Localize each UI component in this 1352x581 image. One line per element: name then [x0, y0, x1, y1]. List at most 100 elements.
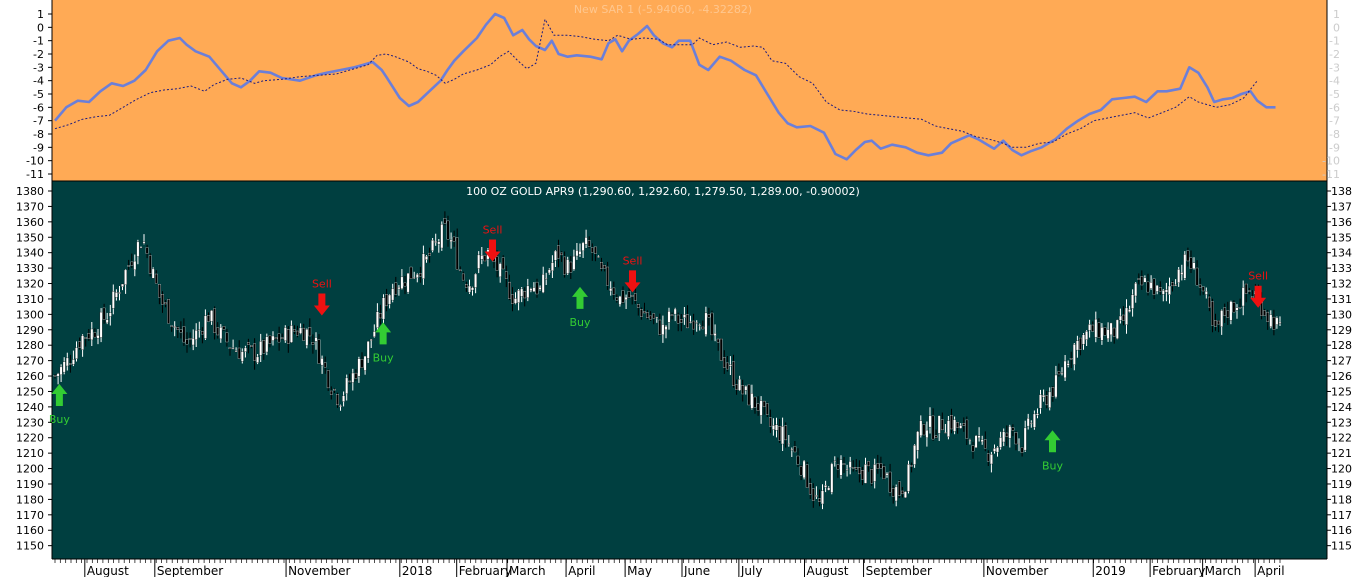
candle-body: [1063, 360, 1067, 379]
indicator-tick-label-left: -4: [33, 75, 44, 88]
candle-body: [1189, 257, 1193, 269]
candle-body: [919, 420, 923, 436]
candle-body: [498, 263, 502, 278]
x-tick-label: July: [740, 564, 763, 577]
candle-body: [228, 347, 232, 349]
price-tick-label-right: 1240: [1331, 401, 1352, 414]
candle-body: [1247, 290, 1251, 292]
candle-body: [293, 329, 296, 332]
candle-body: [937, 415, 941, 434]
candle-body: [403, 282, 407, 287]
price-tick-label-left: 1160: [16, 524, 44, 537]
candle-body: [1161, 290, 1165, 295]
candle-body: [501, 257, 505, 270]
candle-body: [698, 324, 702, 327]
candle-body: [1217, 320, 1220, 325]
candle-body: [781, 426, 784, 445]
candle-body: [105, 319, 109, 324]
candle-body: [1152, 278, 1156, 295]
candle-body: [658, 319, 662, 335]
price-tick-label-left: 1360: [16, 216, 44, 229]
candle-body: [1226, 310, 1230, 318]
x-tick-label: August: [87, 564, 129, 577]
candle-body: [925, 429, 929, 438]
candle-body: [1137, 278, 1141, 280]
price-tick-label-right: 1220: [1331, 432, 1352, 445]
candle-body: [422, 253, 425, 279]
candle-body: [268, 335, 272, 344]
price-tick-label-right: 1190: [1331, 478, 1352, 491]
x-tick-label: November: [986, 564, 1048, 577]
candle-body: [329, 390, 333, 395]
candle-body: [1143, 277, 1147, 283]
candle-body: [161, 294, 164, 305]
candle-body: [1235, 307, 1239, 311]
price-tick-label-right: 1210: [1331, 447, 1352, 460]
candle-body: [345, 377, 349, 394]
candle-body: [62, 361, 66, 373]
candle-body: [1263, 310, 1266, 316]
candle-body: [741, 385, 745, 395]
indicator-tick-label-left: 1: [37, 8, 44, 21]
candle-body: [827, 487, 831, 491]
candle-body: [495, 256, 499, 271]
candle-body: [876, 463, 880, 469]
candle-body: [1094, 318, 1098, 338]
candle-body: [679, 319, 683, 323]
indicator-tick-label-right: -5: [1329, 88, 1340, 101]
price-tick-label-right: 1150: [1331, 540, 1352, 553]
candle-body: [1011, 427, 1015, 431]
candle-body: [873, 464, 877, 482]
candle-body: [514, 298, 517, 304]
indicator-tick-label-right: 0: [1333, 21, 1340, 34]
candle-body: [363, 355, 367, 371]
candle-body: [237, 347, 241, 359]
price-tick-label-right: 1230: [1331, 416, 1352, 429]
x-tick-label: June: [683, 564, 710, 577]
candle-body: [765, 403, 769, 415]
sell-label: Sell: [312, 277, 332, 290]
indicator-tick-label-left: -6: [33, 101, 44, 114]
candle-body: [569, 261, 573, 273]
candle-body: [802, 460, 806, 479]
candle-body: [302, 327, 306, 341]
candle-body: [538, 287, 542, 290]
candle-body: [102, 307, 106, 320]
candle-body: [136, 241, 140, 257]
candle-body: [882, 466, 886, 480]
price-tick-label-right: 1370: [1331, 200, 1352, 213]
candle-body: [1146, 281, 1150, 293]
indicator-tick-label-left: -3: [33, 61, 44, 74]
indicator-tick-label-left: -5: [33, 88, 44, 101]
candle-body: [259, 341, 263, 356]
candle-body: [547, 269, 551, 274]
candle-body: [1140, 276, 1144, 286]
candle-body: [796, 455, 800, 465]
candle-body: [305, 329, 309, 346]
candle-body: [805, 464, 809, 488]
price-tick-label-left: 1150: [16, 540, 44, 553]
price-tick-label-left: 1230: [16, 416, 44, 429]
candle-body: [1195, 267, 1199, 286]
candle-body: [357, 358, 361, 377]
candle-body: [167, 299, 170, 324]
candle-body: [425, 256, 428, 260]
candle-body: [219, 327, 223, 340]
candle-body: [397, 287, 401, 290]
candle-body: [118, 292, 121, 294]
candle-body: [1039, 394, 1042, 409]
indicator-tick-label-right: -10: [1322, 155, 1340, 168]
candle-body: [799, 466, 803, 476]
price-tick-label-right: 1260: [1331, 370, 1352, 383]
candle-body: [692, 320, 695, 330]
candle-body: [286, 329, 290, 344]
candle-body: [1103, 327, 1107, 336]
candle-body: [115, 292, 118, 298]
candle-body: [652, 313, 656, 319]
candle-body: [317, 339, 321, 364]
candle-body: [314, 337, 318, 342]
candle-body: [643, 311, 646, 314]
candle-body: [1149, 282, 1153, 289]
candle-body: [523, 291, 527, 299]
indicator-tick-label-right: -4: [1329, 75, 1340, 88]
